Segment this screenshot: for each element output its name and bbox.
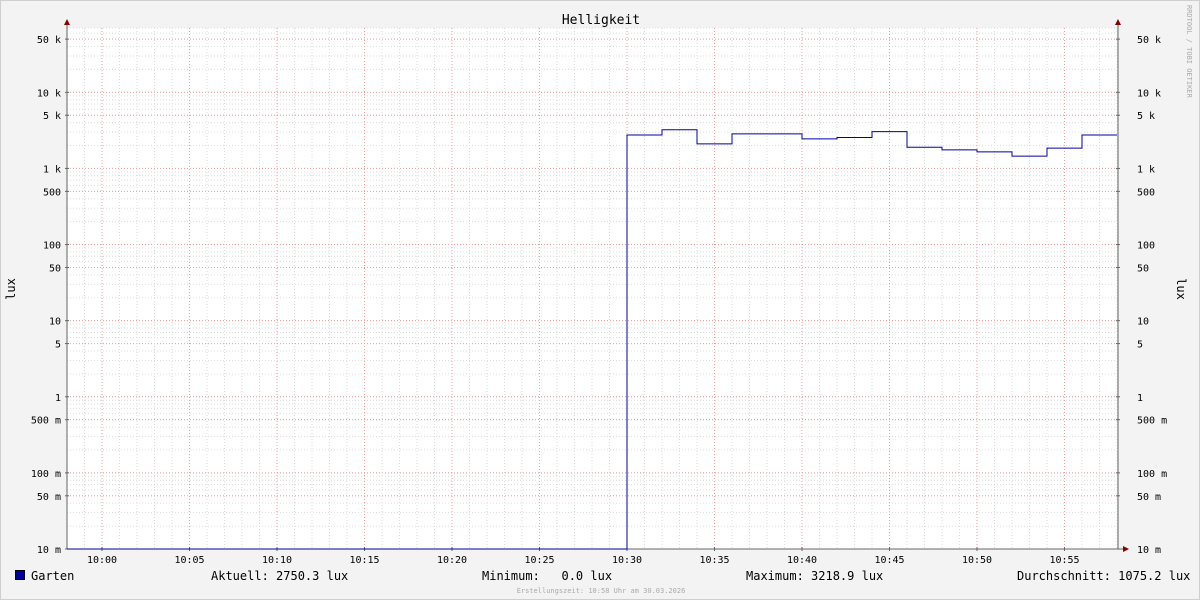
y-tick-label-left: 500	[43, 187, 61, 198]
stat-maximum: Maximum: 3218.9 lux	[746, 569, 884, 583]
y-tick-label-right: 500	[1137, 187, 1155, 198]
y-axis-label-left: lux	[4, 278, 18, 300]
x-axis-arrow	[1123, 546, 1129, 552]
y-tick-label-left: 50 m	[37, 492, 61, 503]
y-tick-label-left: 5 k	[43, 111, 61, 122]
chart-title: Helligkeit	[562, 13, 640, 28]
y-tick-label-left: 100 m	[31, 469, 61, 480]
legend-swatch-garten	[15, 570, 25, 580]
watermark: RRDTOOL / TOBI OETIKER	[1185, 5, 1193, 99]
creation-time-note: Erstellungszeit: 10:58 Uhr am 30.03.2026	[517, 587, 686, 595]
x-tick-label: 10:25	[524, 555, 554, 566]
x-tick-label: 10:15	[349, 555, 379, 566]
y-tick-labels-left: 50 k 10 k 5 k 1 k 500 100 50 10 5 1 500 m 100 m 50 m…	[31, 35, 61, 556]
y-tick-label-left: 100	[43, 241, 61, 252]
y-axis-arrow-right	[1115, 19, 1121, 25]
graph-frame: 50 k 10 k 5 k 1 k 500 100 50 10 5 1 500 m 100 m 50 m…	[0, 0, 1200, 600]
x-tick-label: 10:45	[874, 555, 904, 566]
y-tick-label-right: 5 k	[1137, 111, 1155, 122]
x-tick-label: 10:50	[962, 555, 992, 566]
y-tick-label-right: 50 m	[1137, 492, 1161, 503]
y-tick-label-right: 10 k	[1137, 88, 1161, 99]
y-tick-label-right: 100 m	[1137, 469, 1167, 480]
x-tick-label: 10:35	[699, 555, 729, 566]
x-tick-label: 10:40	[787, 555, 817, 566]
x-tick-labels: 10:00 10:05 10:10 10:15 10:20 10:25 10:30 10:35…	[87, 555, 1080, 566]
y-axis-arrow-left	[64, 19, 70, 25]
y-axis-label-right: lux	[1174, 278, 1188, 300]
y-tick-label-left: 5	[55, 340, 61, 351]
stat-minimum: Minimum: 0.0 lux	[482, 569, 613, 583]
y-tick-label-left: 10 k	[37, 88, 61, 99]
y-tick-label-right: 10	[1137, 317, 1149, 328]
y-tick-label-right: 500 m	[1137, 416, 1167, 427]
x-tick-label: 10:30	[612, 555, 642, 566]
y-tick-label-left: 1 k	[43, 164, 61, 175]
chart-canvas: 50 k 10 k 5 k 1 k 500 100 50 10 5 1 500 m 100 m 50 m…	[4, 5, 1193, 595]
y-tick-label-right: 50	[1137, 263, 1149, 274]
y-tick-label-right: 1	[1137, 393, 1143, 404]
y-tick-label-left: 10	[49, 317, 61, 328]
y-tick-label-left: 50	[49, 263, 61, 274]
y-tick-label-right: 100	[1137, 241, 1155, 252]
x-tick-label: 10:00	[87, 555, 117, 566]
legend: Garten Aktuell: 2750.3 lux Minimum: 0.0 …	[15, 569, 1191, 583]
y-tick-label-right: 50 k	[1137, 35, 1161, 46]
y-tick-label-right: 5	[1137, 340, 1143, 351]
y-tick-label-right: 1 k	[1137, 164, 1155, 175]
stat-current: Aktuell: 2750.3 lux	[211, 569, 349, 583]
y-tick-label-left: 500 m	[31, 416, 61, 427]
x-tick-label: 10:55	[1049, 555, 1079, 566]
y-tick-label-left: 1	[55, 393, 61, 404]
legend-series-name: Garten	[31, 569, 75, 583]
y-tick-label-right: 10 m	[1137, 545, 1161, 556]
x-tick-label: 10:05	[174, 555, 204, 566]
y-tick-labels-right: 50 k 10 k 5 k 1 k 500 100 50 10 5 1 500 m 100 m 50 m…	[1137, 35, 1167, 556]
stat-average: Durchschnitt: 1075.2 lux	[1017, 569, 1191, 583]
x-tick-label: 10:10	[262, 555, 292, 566]
y-tick-label-left: 50 k	[37, 35, 61, 46]
y-tick-label-left: 10 m	[37, 545, 61, 556]
x-tick-label: 10:20	[437, 555, 467, 566]
